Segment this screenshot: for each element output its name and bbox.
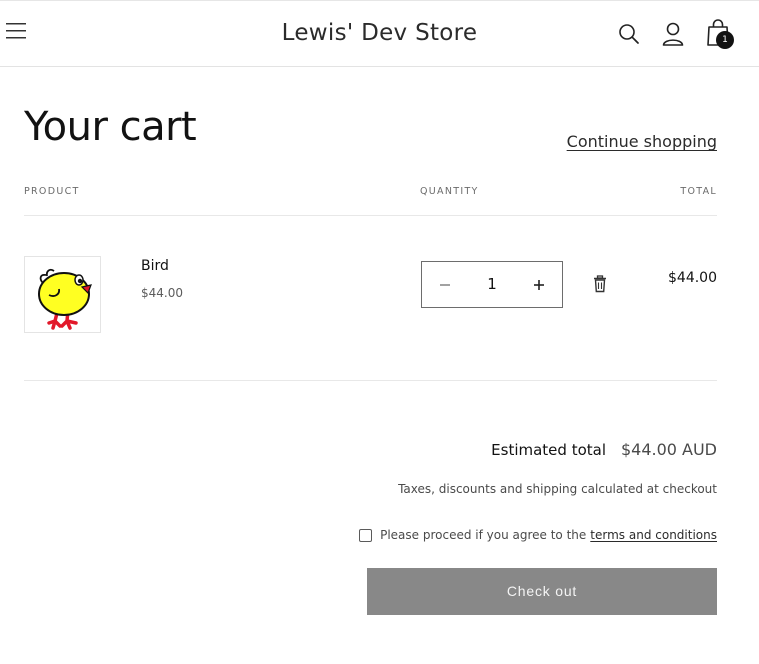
product-name[interactable]: Bird	[141, 258, 169, 274]
column-header-total: TOTAL	[680, 186, 717, 197]
terms-text: Please proceed if you agree to the	[380, 528, 587, 542]
column-header-product: PRODUCT	[24, 186, 80, 197]
column-header-quantity: QUANTITY	[420, 186, 479, 197]
terms-link[interactable]: terms and conditions	[590, 528, 717, 542]
product-image[interactable]	[24, 256, 101, 333]
terms-checkbox[interactable]	[359, 528, 373, 542]
estimated-total-label: Estimated total	[491, 441, 606, 459]
quantity-input[interactable]: 1	[468, 275, 516, 293]
continue-shopping-link[interactable]: Continue shopping	[567, 132, 717, 151]
quantity-stepper: 1	[421, 261, 563, 308]
tax-note: Taxes, discounts and shipping calculated…	[398, 482, 717, 496]
page-title: Your cart	[24, 104, 197, 150]
checkout-button[interactable]: Check out	[367, 568, 717, 615]
increase-quantity-button[interactable]	[528, 274, 550, 296]
trash-icon[interactable]	[592, 275, 608, 293]
product-unit-price: $44.00	[141, 286, 183, 300]
yellow-chick-icon	[38, 268, 92, 330]
decrease-quantity-button[interactable]	[434, 274, 456, 296]
cart-count-badge: 1	[716, 31, 734, 49]
header-divider	[24, 215, 717, 216]
terms-agreement: Please proceed if you agree to the terms…	[359, 528, 717, 542]
store-title[interactable]: Lewis' Dev Store	[0, 20, 759, 46]
estimated-total-value: $44.00 AUD	[620, 440, 717, 459]
line-item-total: $44.00	[668, 270, 717, 286]
account-icon[interactable]	[661, 21, 685, 47]
items-divider	[24, 380, 717, 381]
search-icon[interactable]	[618, 23, 640, 45]
site-header: Lewis' Dev Store 1	[0, 1, 759, 67]
